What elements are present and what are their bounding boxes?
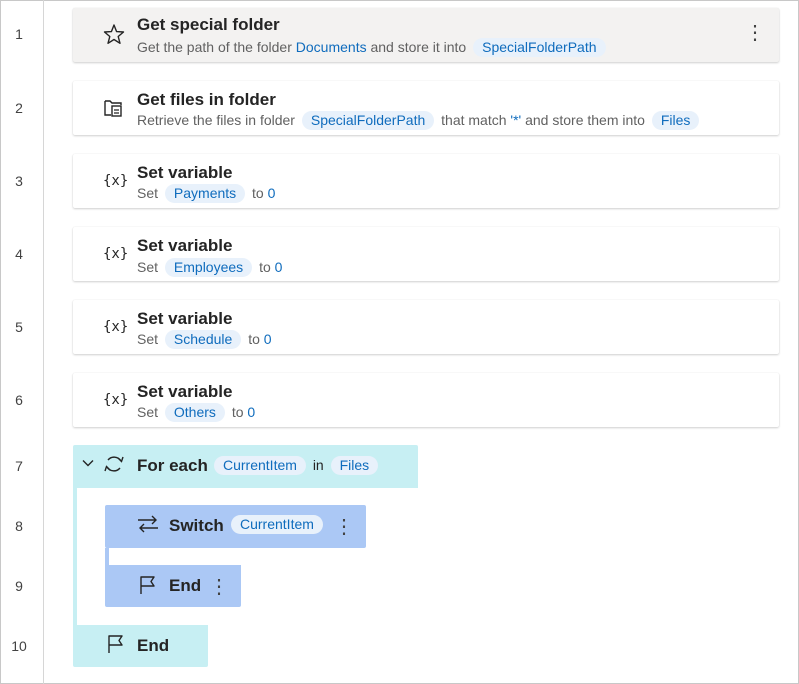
action-title: Set variable [137, 163, 233, 182]
value-parameter: 0 [263, 331, 272, 347]
desc-text: Get the path of the folder [137, 39, 292, 55]
action-title: For each [137, 456, 208, 475]
variable-pill[interactable]: Payments [164, 184, 246, 203]
variable-icon: {x} [103, 392, 129, 408]
action-title: End [137, 636, 170, 655]
action-get-special-folder[interactable]: Get special folder Get the path of the f… [73, 8, 779, 62]
variable-pill[interactable]: Files [330, 456, 379, 475]
line-number: 10 [11, 638, 27, 654]
line-number: 5 [15, 319, 23, 335]
action-description: CurrentItem in Files [211, 456, 381, 475]
variable-pill[interactable]: SpecialFolderPath [301, 111, 435, 130]
action-title: Get files in folder [137, 90, 276, 109]
action-title: Set variable [137, 236, 233, 255]
desc-text: Set [137, 185, 159, 201]
line-number: 4 [15, 246, 23, 262]
pattern-parameter: '*' [510, 112, 522, 128]
action-set-variable[interactable]: {x} Set variable Set Schedule to 0 [73, 300, 779, 354]
action-set-variable[interactable]: {x} Set variable Set Others to 0 [73, 373, 779, 427]
line-number: 7 [15, 458, 23, 474]
variable-icon: {x} [103, 319, 129, 335]
desc-text: to [259, 259, 271, 275]
more-options-button[interactable]: ⋮ [745, 20, 765, 45]
action-title: End [169, 576, 202, 595]
action-description: CurrentItem [228, 515, 326, 534]
desc-text: Set [137, 404, 159, 420]
loop-body-rail [73, 488, 77, 625]
action-end-for-each[interactable]: End [73, 625, 208, 667]
desc-text: and store it into [370, 39, 467, 55]
value-parameter: 0 [274, 259, 283, 275]
desc-text: in [312, 457, 324, 473]
variable-icon: {x} [103, 173, 129, 189]
collapse-chevron-icon[interactable] [81, 456, 95, 475]
switch-arrows-icon [135, 513, 161, 540]
line-number: 8 [15, 518, 23, 534]
line-number: 3 [15, 173, 23, 189]
variable-pill[interactable]: CurrentItem [214, 456, 306, 475]
value-parameter: 0 [267, 185, 276, 201]
folder-files-icon [99, 93, 129, 123]
action-description: Set Employees to 0 [137, 258, 282, 277]
action-switch[interactable]: Switch CurrentItem ⋮ [105, 505, 366, 548]
action-set-variable[interactable]: {x} Set variable Set Payments to 0 [73, 154, 779, 208]
desc-text: to [231, 404, 244, 420]
value-parameter: 0 [247, 404, 256, 420]
switch-body-rail [105, 548, 109, 565]
action-description: Set Others to 0 [137, 403, 255, 422]
action-title: Set variable [137, 382, 233, 401]
variable-pill[interactable]: Employees [164, 258, 253, 277]
flag-icon [137, 574, 159, 601]
action-title: Switch [169, 516, 224, 535]
loop-icon [101, 451, 127, 482]
variable-icon: {x} [103, 246, 129, 262]
desc-text: that match [441, 112, 507, 128]
star-icon [99, 20, 129, 50]
more-options-button[interactable]: ⋮ [209, 574, 229, 599]
variable-pill[interactable]: CurrentItem [231, 515, 323, 534]
desc-text: and store them into [525, 112, 645, 128]
line-number: 9 [15, 578, 23, 594]
desc-text: Retrieve the files in folder [137, 112, 295, 128]
variable-pill[interactable]: Schedule [164, 330, 242, 349]
flag-icon [105, 633, 127, 660]
action-description: Retrieve the files in folder SpecialFold… [137, 111, 702, 130]
action-end-switch[interactable]: End ⋮ [105, 565, 241, 607]
line-number: 1 [15, 26, 23, 42]
action-title: Get special folder [137, 15, 280, 34]
action-description: Set Payments to 0 [137, 184, 275, 203]
desc-text: Set [137, 259, 159, 275]
variable-pill[interactable]: Files [651, 111, 700, 130]
line-number: 6 [15, 392, 23, 408]
variable-pill[interactable]: Others [164, 403, 225, 422]
action-title: Set variable [137, 309, 233, 328]
desc-text: to [248, 331, 260, 347]
action-for-each[interactable]: For each CurrentItem in Files [73, 445, 418, 488]
line-number: 2 [15, 100, 23, 116]
action-description: Get the path of the folder Documents and… [137, 38, 609, 57]
action-get-files-in-folder[interactable]: Get files in folder Retrieve the files i… [73, 81, 779, 135]
action-description: Set Schedule to 0 [137, 330, 272, 349]
action-set-variable[interactable]: {x} Set variable Set Employees to 0 [73, 227, 779, 281]
desc-text: to [252, 185, 264, 201]
desc-text: Set [137, 331, 159, 347]
variable-pill[interactable]: SpecialFolderPath [473, 38, 606, 57]
folder-parameter: Documents [295, 39, 367, 55]
more-options-button[interactable]: ⋮ [334, 514, 354, 539]
